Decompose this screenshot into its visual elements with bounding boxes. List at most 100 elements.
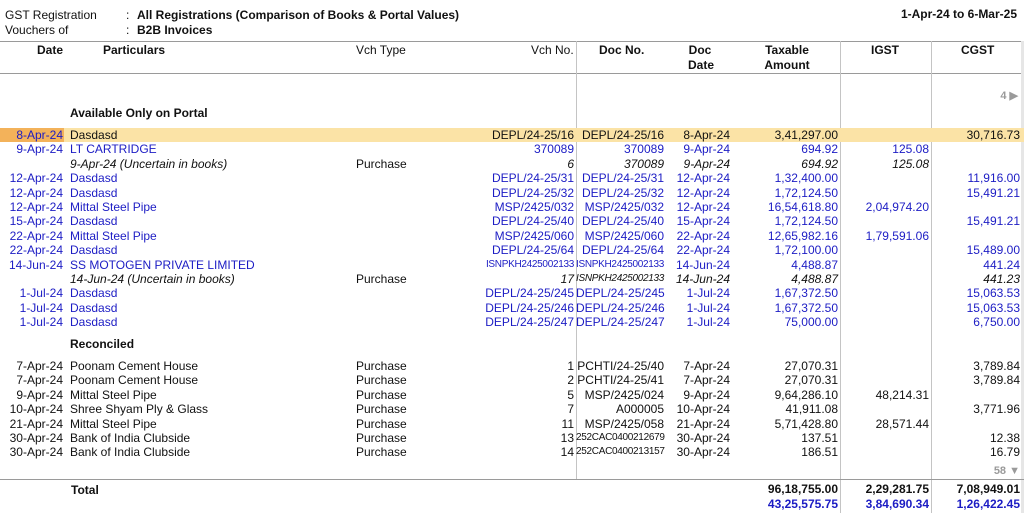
- table-row[interactable]: 9-Apr-24 LT CARTRIDGE 370089 370089 9-Apr-24…: [0, 142, 1024, 156]
- row-date: 14-Jun-24: [8, 257, 63, 272]
- table-row[interactable]: 30-Apr-24 Bank of India Clubside Purchase 1…: [0, 445, 1024, 459]
- table-row[interactable]: 7-Apr-24 Poonam Cement House Purchase 1 PCHT…: [0, 359, 1024, 373]
- table-row[interactable]: 12-Apr-24 Mittal Steel Pipe MSP/2425/032 MS…: [0, 200, 1024, 214]
- row-date: 21-Apr-24: [9, 416, 63, 431]
- row-cgst: 12.38: [989, 431, 1020, 445]
- row-date: 1-Jul-24: [19, 315, 63, 330]
- row-particulars: Bank of India Clubside: [70, 431, 191, 445]
- table-row[interactable]: 12-Apr-24 Dasdasd DEPL/24-25/32 DEPL/24-25/…: [0, 186, 1024, 200]
- row-vch-type: Purchase: [356, 402, 407, 417]
- row-cgst: 441.23: [983, 272, 1020, 286]
- row-doc-no: A000005: [615, 402, 664, 417]
- row-vch-no: MSP/2425/060: [494, 228, 574, 243]
- row-doc-date: 21-Apr-24: [676, 416, 730, 431]
- row-vch-no: MSP/2425/032: [494, 200, 574, 214]
- row-vch-type: [356, 258, 476, 272]
- row-date: 10-Apr-24: [9, 402, 63, 417]
- gst-registration-label: GST Registration: [5, 8, 97, 22]
- row-vch-no: 14: [560, 445, 574, 460]
- row-date: 22-Apr-24: [9, 243, 63, 258]
- row-vch-type: [356, 286, 476, 300]
- row-taxable-amount: 27,070.31: [784, 359, 838, 373]
- row-taxable-amount: 27,070.31: [784, 373, 838, 388]
- col-date: Date: [37, 43, 64, 57]
- row-cgst: 11,916.00: [967, 171, 1021, 186]
- row-doc-no: MSP/2425/024: [584, 387, 664, 402]
- table-row[interactable]: 15-Apr-24 Dasdasd DEPL/24-25/40 DEPL/24-25/…: [0, 214, 1024, 228]
- row-particulars: Poonam Cement House: [70, 359, 199, 373]
- row-vch-type: [356, 128, 476, 142]
- row-cgst: 16.79: [989, 445, 1020, 460]
- table-row[interactable]: 1-Jul-24 Dasdasd DEPL/24-25/245 DEPL/24-25/…: [0, 286, 1024, 300]
- table-row[interactable]: 21-Apr-24 Mittal Steel Pipe Purchase 11 MSP/…: [0, 417, 1024, 431]
- row-taxable-amount: 4,488.87: [791, 257, 838, 272]
- table-row[interactable]: 7-Apr-24 Poonam Cement House Purchase 2 PCHT…: [0, 373, 1024, 387]
- row-date: 9-Apr-24: [16, 387, 63, 402]
- table-row[interactable]: 10-Apr-24 Shree Shyam Ply & Glass Purchase…: [0, 402, 1024, 416]
- total-label: Total: [71, 483, 99, 497]
- row-doc-no: 370089: [623, 142, 664, 157]
- table-row[interactable]: 14-Jun-24 (Uncertain in books) Purchase 17…: [0, 272, 1024, 286]
- row-doc-date: 9-Apr-24: [683, 142, 730, 157]
- row-taxable-amount: 75,000.00: [784, 315, 838, 330]
- table-row[interactable]: 9-Apr-24 Mittal Steel Pipe Purchase 5 MSP/24…: [0, 388, 1024, 402]
- scroll-up-indicator[interactable]: 4 ▶: [1000, 89, 1018, 102]
- row-taxable-amount: 1,67,372.50: [774, 286, 838, 301]
- row-taxable-amount: 41,911.08: [785, 402, 839, 417]
- row-igst: [840, 186, 929, 200]
- row-vch-type: [356, 243, 476, 257]
- report-period[interactable]: 1-Apr-24 to 6-Mar-25: [901, 7, 1017, 21]
- row-vch-no: DEPL/24-25/64: [491, 243, 574, 258]
- gst-registration-value[interactable]: All Registrations (Comparison of Books &…: [137, 8, 459, 22]
- row-date: 30-Apr-24: [9, 445, 63, 460]
- table-row[interactable]: 1-Jul-24 Dasdasd DEPL/24-25/246 DEPL/24-25/…: [0, 301, 1024, 315]
- row-taxable-amount: 1,72,100.00: [774, 243, 838, 258]
- table-row[interactable]: 12-Apr-24 Dasdasd DEPL/24-25/31 DEPL/24-25/…: [0, 171, 1024, 185]
- vouchers-of-label: Vouchers of: [5, 23, 69, 37]
- row-cgst: 15,063.53: [966, 300, 1020, 315]
- row-date: 7-Apr-24: [16, 359, 63, 373]
- table-row[interactable]: 9-Apr-24 (Uncertain in books) Purchase 6 37…: [0, 157, 1024, 171]
- row-igst: 125.08: [892, 142, 929, 157]
- row-vch-type: [356, 301, 476, 315]
- row-vch-type: Purchase: [356, 416, 407, 431]
- row-vch-no: 5: [567, 387, 574, 402]
- column-header-row: Date Particulars Vch Type Vch No. Doc No…: [0, 41, 1024, 74]
- row-cgst: 441.24: [983, 257, 1020, 272]
- row-taxable-amount: 1,72,124.50: [774, 214, 838, 229]
- row-vch-no: 370089: [533, 142, 574, 157]
- col-vch-no: Vch No.: [531, 43, 574, 57]
- row-igst: [840, 171, 929, 185]
- total-cgst-books: 7,08,949.01: [956, 482, 1020, 496]
- row-doc-no: MSP/2425/032: [584, 200, 664, 214]
- row-igst: [840, 301, 929, 315]
- table-row[interactable]: 30-Apr-24 Bank of India Clubside Purchase 1…: [0, 431, 1024, 445]
- table-row[interactable]: 8-Apr-24 Dasdasd DEPL/24-25/16 DEPL/24-25/1…: [0, 128, 1024, 142]
- vouchers-of-value[interactable]: B2B Invoices: [137, 23, 212, 37]
- row-particulars: Dasdasd: [70, 286, 118, 301]
- row-doc-date: 1-Jul-24: [686, 286, 730, 301]
- row-vch-type: [356, 171, 476, 185]
- row-doc-date: 12-Apr-24: [676, 200, 730, 214]
- row-cgst: [932, 142, 1020, 156]
- row-igst: 2,04,974.20: [865, 200, 929, 214]
- row-date: 8-Apr-24: [0, 128, 64, 142]
- row-cgst: 30,716.73: [966, 128, 1020, 142]
- row-igst: 125.08: [892, 156, 929, 171]
- row-vch-no: 6: [567, 156, 574, 171]
- row-doc-date: 12-Apr-24: [676, 185, 730, 200]
- row-taxable-amount: 1,72,124.50: [774, 185, 838, 200]
- table-row[interactable]: 22-Apr-24 Dasdasd DEPL/24-25/64 DEPL/24-25/…: [0, 243, 1024, 257]
- row-taxable-amount: 9,64,286.10: [774, 387, 838, 402]
- row-doc-no: 370089: [623, 156, 664, 171]
- row-doc-no: DEPL/24-25/247: [576, 315, 665, 330]
- table-row[interactable]: 22-Apr-24 Mittal Steel Pipe MSP/2425/060 MS…: [0, 229, 1024, 243]
- col-taxable-line1: Taxable: [765, 43, 809, 57]
- row-particulars: Mittal Steel Pipe: [70, 228, 157, 243]
- row-date: 9-Apr-24: [16, 142, 63, 157]
- table-row[interactable]: 1-Jul-24 Dasdasd DEPL/24-25/247 DEPL/24-25/…: [0, 315, 1024, 329]
- row-vch-no: ISNPKH2425002133: [485, 258, 574, 270]
- table-row[interactable]: 14-Jun-24 SS MOTOGEN PRIVATE LIMITED ISNPK…: [0, 258, 1024, 272]
- row-vch-no: 13: [560, 431, 574, 445]
- scroll-down-indicator[interactable]: 58 ▼: [994, 465, 1020, 477]
